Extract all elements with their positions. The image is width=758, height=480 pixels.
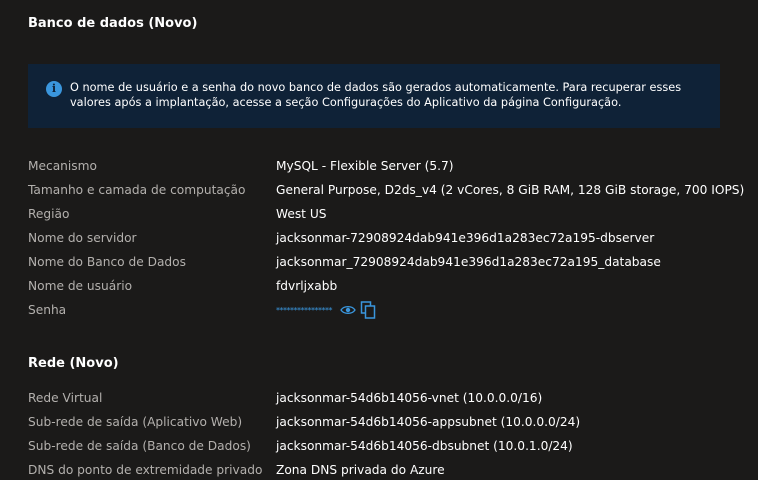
network-details: Rede Virtual jacksonmar-54d6b14056-vnet … [28, 386, 748, 480]
detail-label: Região [28, 207, 70, 221]
eye-icon[interactable] [340, 304, 356, 316]
detail-value: jacksonmar-72908924dab941e396d1a283ec72a… [276, 231, 655, 245]
info-icon: i [46, 81, 62, 97]
network-section-title: Rede (Novo) [28, 356, 119, 371]
detail-row-db-subnet: Sub-rede de saída (Banco de Dados) jacks… [28, 434, 748, 458]
detail-value: MySQL - Flexible Server (5.7) [276, 159, 454, 173]
detail-value: fdvrljxabb [276, 279, 338, 293]
detail-row-server-name: Nome do servidor jacksonmar-72908924dab9… [28, 226, 748, 250]
detail-row-region: Região West US [28, 202, 748, 226]
detail-row-password: Senha **************** [28, 298, 748, 322]
detail-value: jacksonmar_72908924dab941e396d1a283ec72a… [276, 255, 661, 269]
detail-value: West US [276, 207, 327, 221]
detail-label: Senha [28, 303, 67, 317]
deployment-review-page: Banco de dados (Novo) i O nome de usuári… [0, 0, 758, 480]
password-field: **************** [276, 301, 376, 319]
copy-icon[interactable] [360, 301, 376, 319]
detail-label: Nome do servidor [28, 231, 137, 245]
info-banner-text: O nome de usuário e a senha do novo banc… [70, 81, 682, 109]
detail-label: Sub-rede de saída (Aplicativo Web) [28, 415, 243, 429]
info-banner: i O nome de usuário e a senha do novo ba… [28, 64, 720, 128]
detail-label: Nome do Banco de Dados [28, 255, 186, 269]
database-details: Mecanismo MySQL - Flexible Server (5.7) … [28, 154, 748, 322]
detail-label: Sub-rede de saída (Banco de Dados) [28, 439, 251, 453]
detail-label: DNS do ponto de extremidade privado [28, 463, 263, 477]
detail-value: jacksonmar-54d6b14056-dbsubnet (10.0.1.0… [276, 439, 573, 453]
detail-row-app-subnet: Sub-rede de saída (Aplicativo Web) jacks… [28, 410, 748, 434]
detail-value: jacksonmar-54d6b14056-appsubnet (10.0.0.… [276, 415, 581, 429]
detail-row-private-dns: DNS do ponto de extremidade privado Zona… [28, 458, 748, 480]
detail-label: Nome de usuário [28, 279, 133, 293]
detail-row-engine: Mecanismo MySQL - Flexible Server (5.7) [28, 154, 748, 178]
detail-label: Tamanho e camada de computação [28, 183, 246, 197]
detail-value: Zona DNS privada do Azure [276, 463, 445, 477]
detail-value: General Purpose, D2ds_v4 (2 vCores, 8 Gi… [276, 183, 745, 197]
detail-label: Rede Virtual [28, 391, 103, 405]
detail-row-virtual-network: Rede Virtual jacksonmar-54d6b14056-vnet … [28, 386, 748, 410]
database-section-title: Banco de dados (Novo) [28, 16, 198, 31]
detail-value: jacksonmar-54d6b14056-vnet (10.0.0.0/16) [276, 391, 543, 405]
password-mask: **************** [276, 305, 333, 315]
detail-label: Mecanismo [28, 159, 97, 173]
detail-row-compute-size: Tamanho e camada de computação General P… [28, 178, 748, 202]
detail-row-username: Nome de usuário fdvrljxabb [28, 274, 748, 298]
detail-row-database-name: Nome do Banco de Dados jacksonmar_729089… [28, 250, 748, 274]
